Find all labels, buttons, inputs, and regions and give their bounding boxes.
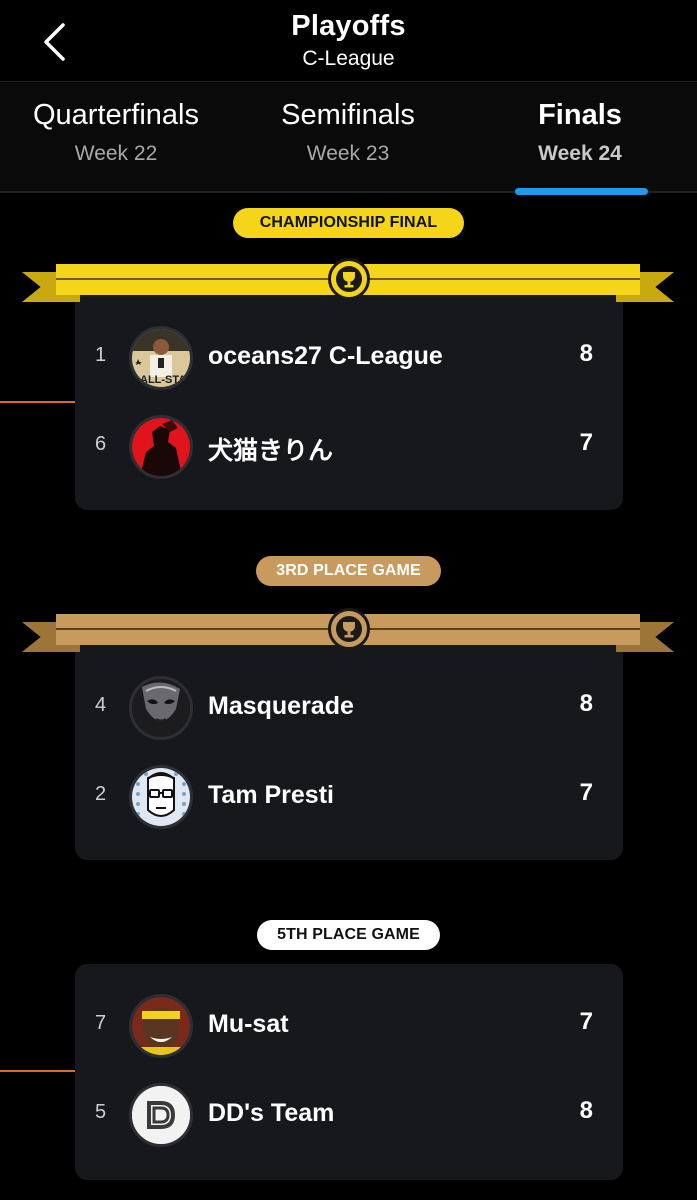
matchup-row[interactable]: 6 犬猫きりん 7 (75, 407, 623, 487)
team-name: 犬猫きりん (208, 437, 334, 465)
team-score: 7 (579, 1008, 593, 1035)
tab-semifinals[interactable]: Semifinals Week 23 (232, 83, 464, 193)
dd-logo-avatar (129, 1083, 193, 1147)
matchup-row[interactable]: 5 DD's Team 8 (75, 1075, 623, 1155)
tab-week: Week 23 (306, 142, 390, 165)
matchup-row[interactable]: 1 ALL-STA oceans27 C-League 8 (75, 318, 623, 398)
mask-avatar (129, 676, 193, 740)
svg-text:ALL-STA: ALL-STA (140, 374, 186, 386)
team-score: 8 (579, 340, 593, 367)
team-score: 7 (579, 779, 593, 806)
league-subtitle: C-League (302, 47, 395, 70)
team-score: 8 (579, 1097, 593, 1124)
matchup-row[interactable]: 4 Masquerade 8 (75, 668, 623, 748)
tab-label: Quarterfinals (32, 99, 199, 131)
championship-final-label: CHAMPIONSHIP FINAL (233, 208, 464, 238)
team-score: 7 (579, 429, 593, 456)
team-seed: 2 (95, 783, 107, 805)
team-score: 8 (579, 690, 593, 717)
team-name: Masquerade (208, 692, 354, 720)
matchup-row[interactable]: 2 Tam Presti 7 (75, 757, 623, 837)
page-title: Playoffs (291, 10, 406, 42)
team-seed: 1 (95, 344, 107, 366)
bracket-connector (0, 401, 75, 403)
tab-week: Week 22 (74, 142, 158, 165)
third-place-label: 3RD PLACE GAME (256, 556, 441, 586)
championship-ribbon (22, 258, 674, 304)
fifth-place-card[interactable]: 7 Mu-sat 7 5 DD's Team 8 (75, 964, 623, 1180)
round-tabs: Quarterfinals Week 22 Semifinals Week 23… (0, 83, 697, 193)
fifth-place-label: 5TH PLACE GAME (257, 920, 440, 950)
matchup-row[interactable]: 7 Mu-sat 7 (75, 986, 623, 1066)
team-seed: 5 (95, 1101, 107, 1123)
team-seed: 4 (95, 694, 107, 716)
team-seed: 7 (95, 1012, 107, 1034)
tab-finals[interactable]: Finals Week 24 (464, 83, 696, 193)
header-bar: Playoffs C-League (0, 0, 697, 82)
tab-label: Finals (538, 99, 622, 131)
active-tab-indicator (515, 188, 648, 195)
third-place-ribbon (22, 608, 674, 654)
bracket-connector (0, 1070, 75, 1072)
trophy-icon (328, 258, 370, 300)
championship-final-card[interactable]: 1 ALL-STA oceans27 C-League 8 6 犬猫きりん 7 (75, 290, 623, 510)
team-name: DD's Team (208, 1099, 335, 1127)
team-name: Mu-sat (208, 1010, 289, 1038)
team-name: Tam Presti (208, 781, 334, 809)
all-star-player-avatar: ALL-STA (129, 326, 193, 390)
team-seed: 6 (95, 433, 107, 455)
trophy-icon (328, 608, 370, 650)
third-place-card[interactable]: 4 Masquerade 8 2 Tam Presti 7 (75, 640, 623, 860)
glasses-cartoon-avatar (129, 765, 193, 829)
tab-quarterfinals[interactable]: Quarterfinals Week 22 (0, 83, 232, 193)
red-silhouette-avatar (129, 415, 193, 479)
team-name: oceans27 C-League (208, 342, 443, 370)
headband-player-avatar (129, 994, 193, 1058)
tab-label: Semifinals (281, 99, 415, 131)
tab-week: Week 24 (538, 142, 622, 165)
